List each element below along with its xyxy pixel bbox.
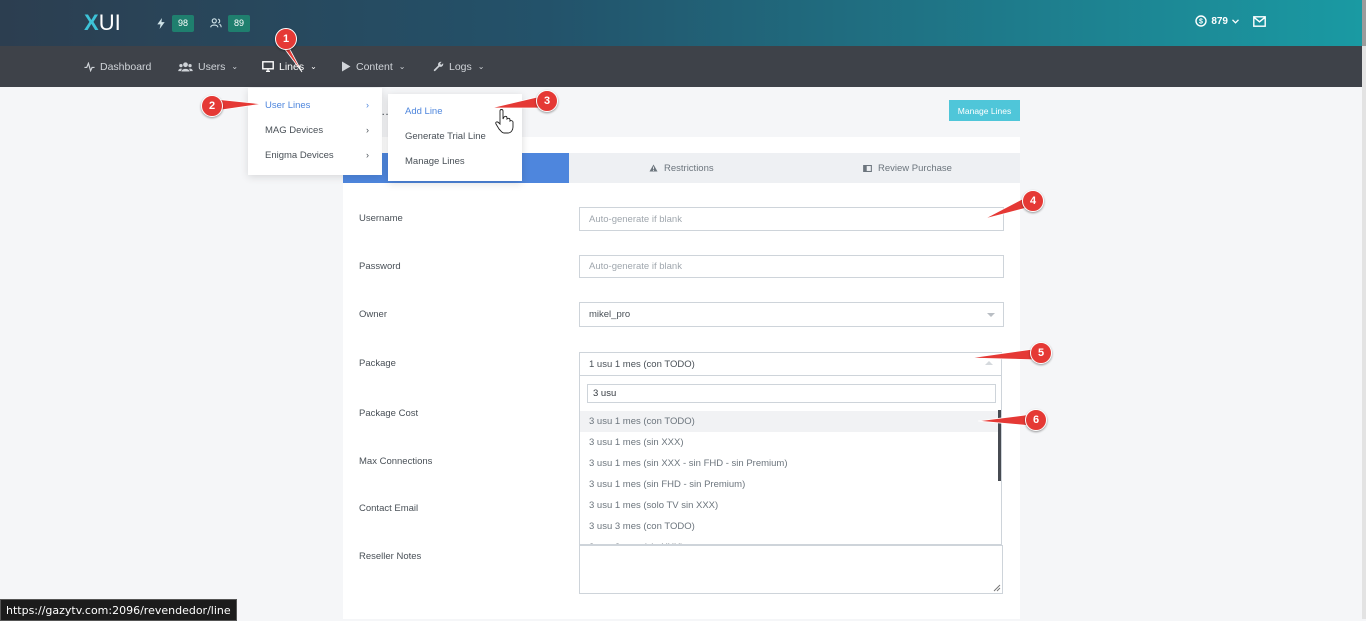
logo-x: X xyxy=(84,10,99,35)
tab-review-purchase[interactable]: Review Purchase xyxy=(863,153,952,183)
callout-badge-6: 6 xyxy=(1025,409,1047,431)
owner-select-value: mikel_pro xyxy=(589,309,631,320)
menu-item-enigma-devices[interactable]: Enigma Devices xyxy=(265,150,334,161)
wrench-icon xyxy=(433,61,444,72)
package-dropdown-scrollbar[interactable] xyxy=(998,410,1001,481)
package-option[interactable]: 3 usu 3 mes (sin XXX) xyxy=(580,537,1001,544)
resize-handle-icon[interactable] xyxy=(993,584,1001,592)
package-option[interactable]: 3 usu 1 mes (sin FHD - sin Premium) xyxy=(580,474,1001,495)
manage-lines-button[interactable]: Manage Lines xyxy=(949,100,1020,121)
topbar-right: $ 879 xyxy=(1195,15,1266,27)
package-option[interactable]: 3 usu 1 mes (con TODO) xyxy=(580,411,1001,432)
online-count-badge: 98 xyxy=(172,14,195,32)
chevron-down-icon: ⌄ xyxy=(398,62,406,71)
chevron-down-icon xyxy=(1232,18,1239,24)
nav-users[interactable]: Users ⌄ xyxy=(178,46,238,87)
tab-restrictions-label: Restrictions xyxy=(664,162,714,174)
package-dropdown: 3 usu 3 usu 1 mes (con TODO) 3 usu 1 mes… xyxy=(579,376,1002,545)
logo-ui: UI xyxy=(98,10,121,35)
chevron-right-icon: › xyxy=(366,150,369,160)
owner-select[interactable]: mikel_pro xyxy=(579,302,1004,327)
package-select-value: 1 usu 1 mes (con TODO) xyxy=(589,358,695,370)
owner-label: Owner xyxy=(359,309,387,320)
activity-icon xyxy=(84,61,95,72)
chevron-down-icon: ⌄ xyxy=(310,62,317,71)
users-icon xyxy=(178,61,193,72)
package-option[interactable]: 3 usu 3 mes (con TODO) xyxy=(580,516,1001,537)
top-bar: X UI 98 89 $ 879 xyxy=(0,0,1362,46)
status-url-tooltip: https://gazytv.com:2096/revendedor/line xyxy=(0,599,237,621)
users-count-badge: 89 xyxy=(228,14,251,32)
main-nav: Dashboard Users ⌄ Lines ⌄ Content ⌄ Logs xyxy=(0,46,1362,87)
coin-icon: $ xyxy=(1195,15,1208,27)
username-input[interactable] xyxy=(579,207,1004,231)
callout-badge-4: 4 xyxy=(1022,190,1044,212)
max-connections-label: Max Connections xyxy=(359,456,433,467)
tab-review-purchase-label: Review Purchase xyxy=(878,162,952,174)
tab-restrictions[interactable]: Restrictions xyxy=(649,153,714,183)
menu-item-mag-devices[interactable]: MAG Devices xyxy=(265,125,323,136)
credits-dropdown[interactable]: $ 879 xyxy=(1195,15,1239,27)
monitor-icon xyxy=(262,61,274,72)
menu-item-user-lines[interactable]: User Lines xyxy=(265,100,310,111)
chevron-right-icon: › xyxy=(366,125,369,135)
envelope-icon[interactable] xyxy=(1253,15,1266,27)
online-connections-stat[interactable]: 98 xyxy=(156,14,195,32)
user-lines-submenu: Add Line Generate Trial Line Manage Line… xyxy=(388,94,522,181)
online-users-stat[interactable]: 89 xyxy=(210,14,251,32)
package-option[interactable]: 3 usu 1 mes (solo TV sin XXX) xyxy=(580,495,1001,516)
warning-icon xyxy=(649,164,658,172)
menu-item-manage-lines[interactable]: Manage Lines xyxy=(405,156,465,167)
nav-content[interactable]: Content ⌄ xyxy=(341,46,405,87)
package-label: Package xyxy=(359,358,396,369)
callout-badge-5: 5 xyxy=(1030,342,1052,364)
package-search-value: 3 usu xyxy=(593,388,617,399)
lines-dropdown-menu: User Lines › MAG Devices › Enigma Device… xyxy=(248,88,382,175)
users-icon xyxy=(210,18,222,28)
play-icon xyxy=(342,61,351,72)
menu-item-add-line[interactable]: Add Line xyxy=(405,106,443,117)
package-search-input[interactable]: 3 usu xyxy=(587,384,996,403)
package-option[interactable]: 3 usu 1 mes (sin XXX - sin FHD - sin Pre… xyxy=(580,453,1001,474)
callout-badge-3: 3 xyxy=(536,90,558,112)
package-options-list: 3 usu 1 mes (con TODO) 3 usu 1 mes (sin … xyxy=(580,411,1001,544)
card-icon xyxy=(863,164,872,172)
caret-down-icon xyxy=(987,313,995,317)
password-input[interactable] xyxy=(579,255,1004,278)
page-scrollbar-track[interactable] xyxy=(1362,0,1366,619)
svg-text:$: $ xyxy=(1199,19,1203,26)
username-label: Username xyxy=(359,213,403,224)
contact-email-label: Contact Email xyxy=(359,503,419,514)
credits-value: 879 xyxy=(1211,15,1228,27)
package-select[interactable]: 1 usu 1 mes (con TODO) xyxy=(579,352,1002,376)
reseller-notes-textarea[interactable] xyxy=(579,545,1003,594)
nav-dashboard[interactable]: Dashboard xyxy=(84,46,151,87)
bolt-icon xyxy=(157,17,165,29)
callout-badge-1: 1 xyxy=(275,28,297,50)
nav-logs-label: Logs xyxy=(449,60,472,73)
password-label: Password xyxy=(359,261,401,272)
nav-users-label: Users xyxy=(198,60,226,73)
app-logo[interactable]: X UI xyxy=(84,10,121,35)
menu-item-generate-trial-line[interactable]: Generate Trial Line xyxy=(405,131,486,142)
callout-badge-2: 2 xyxy=(201,95,223,117)
package-cost-label: Package Cost xyxy=(359,408,419,419)
nav-lines-label: Lines xyxy=(279,60,305,73)
nav-dashboard-label: Dashboard xyxy=(100,60,152,73)
nav-content-label: Content xyxy=(356,60,393,73)
caret-up-icon xyxy=(985,361,993,365)
chevron-down-icon: ⌄ xyxy=(231,62,239,71)
reseller-notes-label: Reseller Notes xyxy=(359,551,422,562)
package-option[interactable]: 3 usu 1 mes (sin XXX) xyxy=(580,432,1001,453)
page-scrollbar-thumb[interactable] xyxy=(1362,0,1366,46)
chevron-right-icon: › xyxy=(366,100,369,110)
nav-lines[interactable]: Lines ⌄ xyxy=(262,46,317,87)
chevron-down-icon: ⌄ xyxy=(477,62,485,71)
nav-logs[interactable]: Logs ⌄ xyxy=(433,46,484,87)
